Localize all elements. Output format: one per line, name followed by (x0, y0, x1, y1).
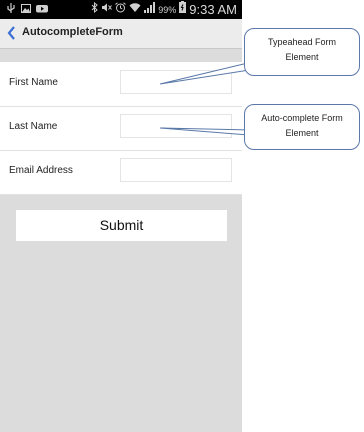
battery-percentage: 99% (158, 5, 177, 15)
youtube-icon (36, 3, 48, 14)
autocomplete-callout-line1: Auto-complete Form (261, 113, 343, 123)
email-label: Email Address (9, 165, 73, 176)
first-name-label: First Name (9, 77, 58, 88)
notification-icons (6, 3, 48, 14)
phone-screen: 99% 9:33 AM AutocompleteForm First Name … (0, 0, 242, 432)
email-row: Email Address (0, 150, 242, 195)
status-clock: 9:33 AM (189, 2, 237, 17)
status-bar: 99% 9:33 AM (0, 0, 242, 19)
wifi-icon (129, 2, 141, 19)
action-bar: AutocompleteForm (0, 19, 242, 49)
image-icon (21, 3, 31, 14)
usb-icon (6, 3, 16, 14)
screenshot-canvas: 99% 9:33 AM AutocompleteForm First Name … (0, 0, 364, 432)
first-name-input[interactable] (120, 70, 232, 94)
last-name-row: Last Name (0, 106, 242, 151)
first-name-row: First Name (0, 62, 242, 107)
email-input[interactable] (120, 158, 232, 182)
typeahead-callout: Typeahead Form Element (244, 28, 360, 76)
system-icons: 99% 9:33 AM (91, 1, 237, 19)
screen-title: AutocompleteForm (22, 26, 123, 38)
submit-button[interactable]: Submit (16, 210, 227, 241)
typeahead-callout-line1: Typeahead Form (267, 37, 337, 47)
form: First Name Last Name Email Address (0, 62, 242, 195)
autocomplete-callout-line2: Element (285, 128, 319, 138)
signal-icon (144, 1, 156, 19)
last-name-input[interactable] (120, 114, 232, 138)
autocomplete-callout: Auto-complete Form Element (244, 104, 360, 150)
bluetooth-icon (91, 1, 99, 19)
last-name-label: Last Name (9, 121, 58, 132)
battery-icon (179, 1, 187, 19)
back-chevron-icon[interactable] (6, 25, 16, 41)
alarm-icon (115, 1, 127, 19)
mute-icon (101, 2, 113, 19)
typeahead-callout-line2: Element (285, 52, 319, 62)
